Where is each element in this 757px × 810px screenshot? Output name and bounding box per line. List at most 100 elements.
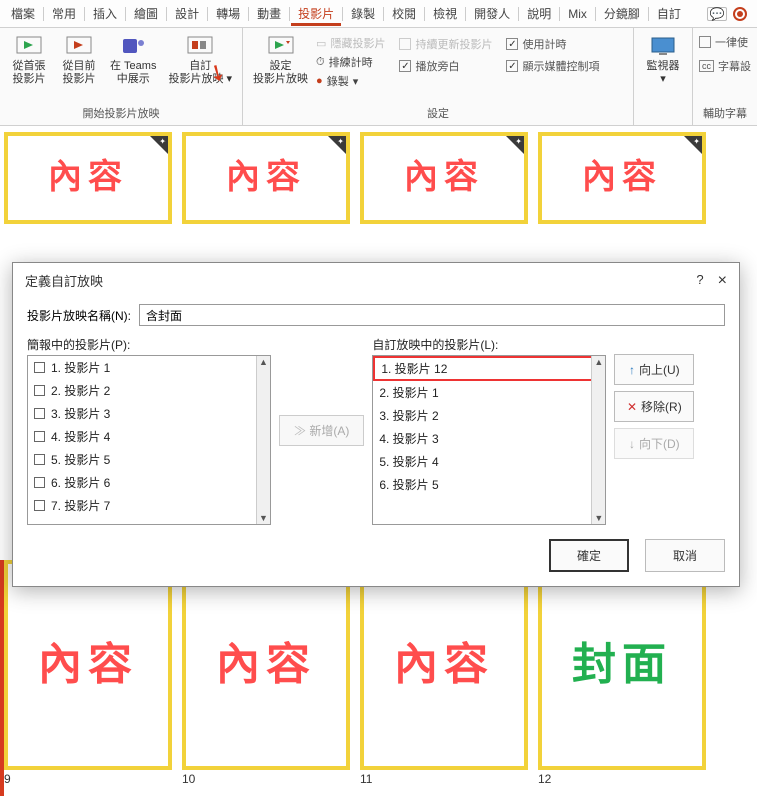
l: 投影片放映: [253, 73, 308, 85]
menu-storyboard[interactable]: 分鏡腳: [597, 1, 647, 26]
arrow-down-icon: ↓: [629, 437, 635, 451]
from-beginning-button[interactable]: 從首張投影片: [6, 32, 52, 88]
slide-row-bottom: ✦內容 9 ✦內容 10 ✦內容 11 封面 12: [4, 560, 753, 786]
menu-view[interactable]: 檢視: [426, 1, 464, 26]
list-item[interactable]: 7. 投影片 7: [28, 494, 270, 517]
show-name-input[interactable]: [139, 304, 725, 326]
list-item[interactable]: 5. 投影片 5: [28, 448, 270, 471]
chk-always-subtitle[interactable]: 一律使: [699, 32, 748, 52]
remove-button[interactable]: ✕移除(R): [614, 391, 694, 422]
menu-bar: 檔案 常用 插入 繪圖 設計 轉場 動畫 投影片 錄製 校閱 檢視 開發人 說明…: [0, 0, 757, 28]
menu-draw[interactable]: 繪圖: [127, 1, 165, 26]
slide-number: 12: [538, 772, 551, 786]
l: 投影片: [63, 73, 96, 85]
remove-icon: ✕: [627, 400, 637, 414]
scroll-up-icon[interactable]: ▲: [594, 357, 603, 367]
add-button[interactable]: ≫ 新增(A): [279, 415, 364, 446]
slide-thumb-10[interactable]: ✦內容: [182, 560, 350, 770]
list-item[interactable]: 2. 投影片 2: [28, 379, 270, 402]
scrollbar[interactable]: ▲▼: [591, 356, 605, 524]
menu-file[interactable]: 檔案: [4, 1, 42, 26]
l: 投影片: [13, 73, 46, 85]
right-list-label: 自訂放映中的投影片(L):: [372, 336, 606, 353]
menu-slideshow[interactable]: 投影片: [291, 1, 341, 26]
slide-thumb-12[interactable]: 封面: [538, 560, 706, 770]
cc-icon: cc: [699, 60, 714, 72]
menu-record[interactable]: 錄製: [344, 1, 382, 26]
comment-icon[interactable]: 💬: [707, 7, 727, 21]
scrollbar[interactable]: ▲▼: [256, 356, 270, 524]
scroll-down-icon[interactable]: ▼: [259, 513, 268, 523]
list-item[interactable]: 6. 投影片 6: [28, 471, 270, 494]
scroll-down-icon[interactable]: ▼: [594, 513, 603, 523]
slide-thumb-9[interactable]: ✦內容: [4, 560, 172, 770]
hide-slide-button[interactable]: ▭隱藏投影片: [316, 34, 385, 52]
move-up-button[interactable]: ↑向上(U): [614, 354, 694, 385]
chk-narration[interactable]: ✓播放旁白: [399, 56, 492, 76]
chk-use-timings[interactable]: ✓使用計時: [506, 34, 599, 54]
ribbon-group-setup: 設定投影片放映 ▭隱藏投影片 ⏱排練計時 ●錄製 ▾ 持續更新投影片 ✓播放旁白…: [243, 28, 634, 125]
menu-home[interactable]: 常用: [45, 1, 83, 26]
list-item[interactable]: 5. 投影片 4: [373, 450, 605, 473]
list-item-selected[interactable]: 1. 投影片 12: [373, 356, 605, 381]
setup-icon: [267, 34, 295, 58]
custom-slideshow-button[interactable]: 自訂投影片放映 ▾: [164, 32, 236, 88]
left-list-label: 簡報中的投影片(P):: [27, 336, 271, 353]
ribbon-group-monitors: 監視器▾: [634, 28, 693, 125]
menu-help[interactable]: 說明: [520, 1, 558, 26]
subtitle-settings-button[interactable]: cc字幕設: [699, 56, 751, 76]
slide-thumb[interactable]: ✦內容: [360, 132, 528, 224]
slide-thumb-11[interactable]: ✦內容: [360, 560, 528, 770]
group-label: 設定: [249, 103, 627, 123]
chk-keep-updated[interactable]: 持續更新投影片: [399, 34, 492, 54]
l: 從目前: [63, 60, 96, 72]
list-item[interactable]: 3. 投影片 2: [373, 404, 605, 427]
list-item[interactable]: 4. 投影片 3: [373, 427, 605, 450]
menu-developer[interactable]: 開發人: [467, 1, 517, 26]
close-button[interactable]: ×: [718, 272, 727, 290]
slide-thumb[interactable]: ✦內容: [4, 132, 172, 224]
menu-review[interactable]: 校閱: [385, 1, 423, 26]
list-item[interactable]: 2. 投影片 1: [373, 381, 605, 404]
arrow-up-icon: ↑: [629, 363, 635, 377]
menu-insert[interactable]: 插入: [86, 1, 124, 26]
setup-slideshow-button[interactable]: 設定投影片放映: [249, 32, 312, 88]
ribbon-group-captions: 一律使 cc字幕設 輔助字幕: [693, 28, 757, 125]
chk-media-controls[interactable]: ✓顯示媒體控制項: [506, 56, 599, 76]
menu-custom[interactable]: 自訂: [650, 1, 688, 26]
cancel-button[interactable]: 取消: [645, 539, 725, 572]
hidden-slide-icon: ▭: [316, 37, 326, 50]
slide-thumb[interactable]: ✦內容: [182, 132, 350, 224]
record-button[interactable]: ●錄製 ▾: [316, 72, 385, 90]
list-item[interactable]: 6. 投影片 5: [373, 473, 605, 496]
rehearse-button[interactable]: ⏱排練計時: [316, 53, 385, 71]
list-item[interactable]: 1. 投影片 1: [28, 356, 270, 379]
teams-icon: [119, 34, 147, 58]
menu-design[interactable]: 設計: [168, 1, 206, 26]
custom-show-listbox[interactable]: 1. 投影片 12 2. 投影片 1 3. 投影片 2 4. 投影片 3 5. …: [372, 355, 606, 525]
monitor-icon: [649, 34, 677, 58]
play-from-current-icon: [65, 34, 93, 58]
present-teams-button[interactable]: 在 Teams中展示: [106, 32, 160, 88]
l: 在 Teams: [110, 60, 156, 72]
ok-button[interactable]: 確定: [549, 539, 629, 572]
list-item[interactable]: 3. 投影片 3: [28, 402, 270, 425]
timer-icon: ⏱: [316, 56, 325, 69]
slide-thumb[interactable]: ✦內容: [538, 132, 706, 224]
scroll-up-icon[interactable]: ▲: [259, 357, 268, 367]
menu-mix[interactable]: Mix: [561, 3, 594, 25]
define-custom-show-dialog: 定義自訂放映 ? × 投影片放映名稱(N): 簡報中的投影片(P): 1. 投影…: [12, 262, 740, 587]
slide-number: 9: [4, 772, 11, 786]
presentation-slides-listbox[interactable]: 1. 投影片 1 2. 投影片 2 3. 投影片 3 4. 投影片 4 5. 投…: [27, 355, 271, 525]
custom-show-icon: [186, 34, 214, 58]
monitor-button[interactable]: 監視器▾: [640, 32, 686, 88]
name-label: 投影片放映名稱(N):: [27, 307, 131, 324]
menu-animations[interactable]: 動畫: [250, 1, 288, 26]
move-down-button[interactable]: ↓向下(D): [614, 428, 694, 459]
from-current-button[interactable]: 從目前投影片: [56, 32, 102, 88]
record-icon[interactable]: [733, 7, 747, 21]
menu-transitions[interactable]: 轉場: [209, 1, 247, 26]
list-item[interactable]: 4. 投影片 4: [28, 425, 270, 448]
slide-number: 10: [182, 772, 195, 786]
help-button[interactable]: ?: [696, 272, 703, 290]
